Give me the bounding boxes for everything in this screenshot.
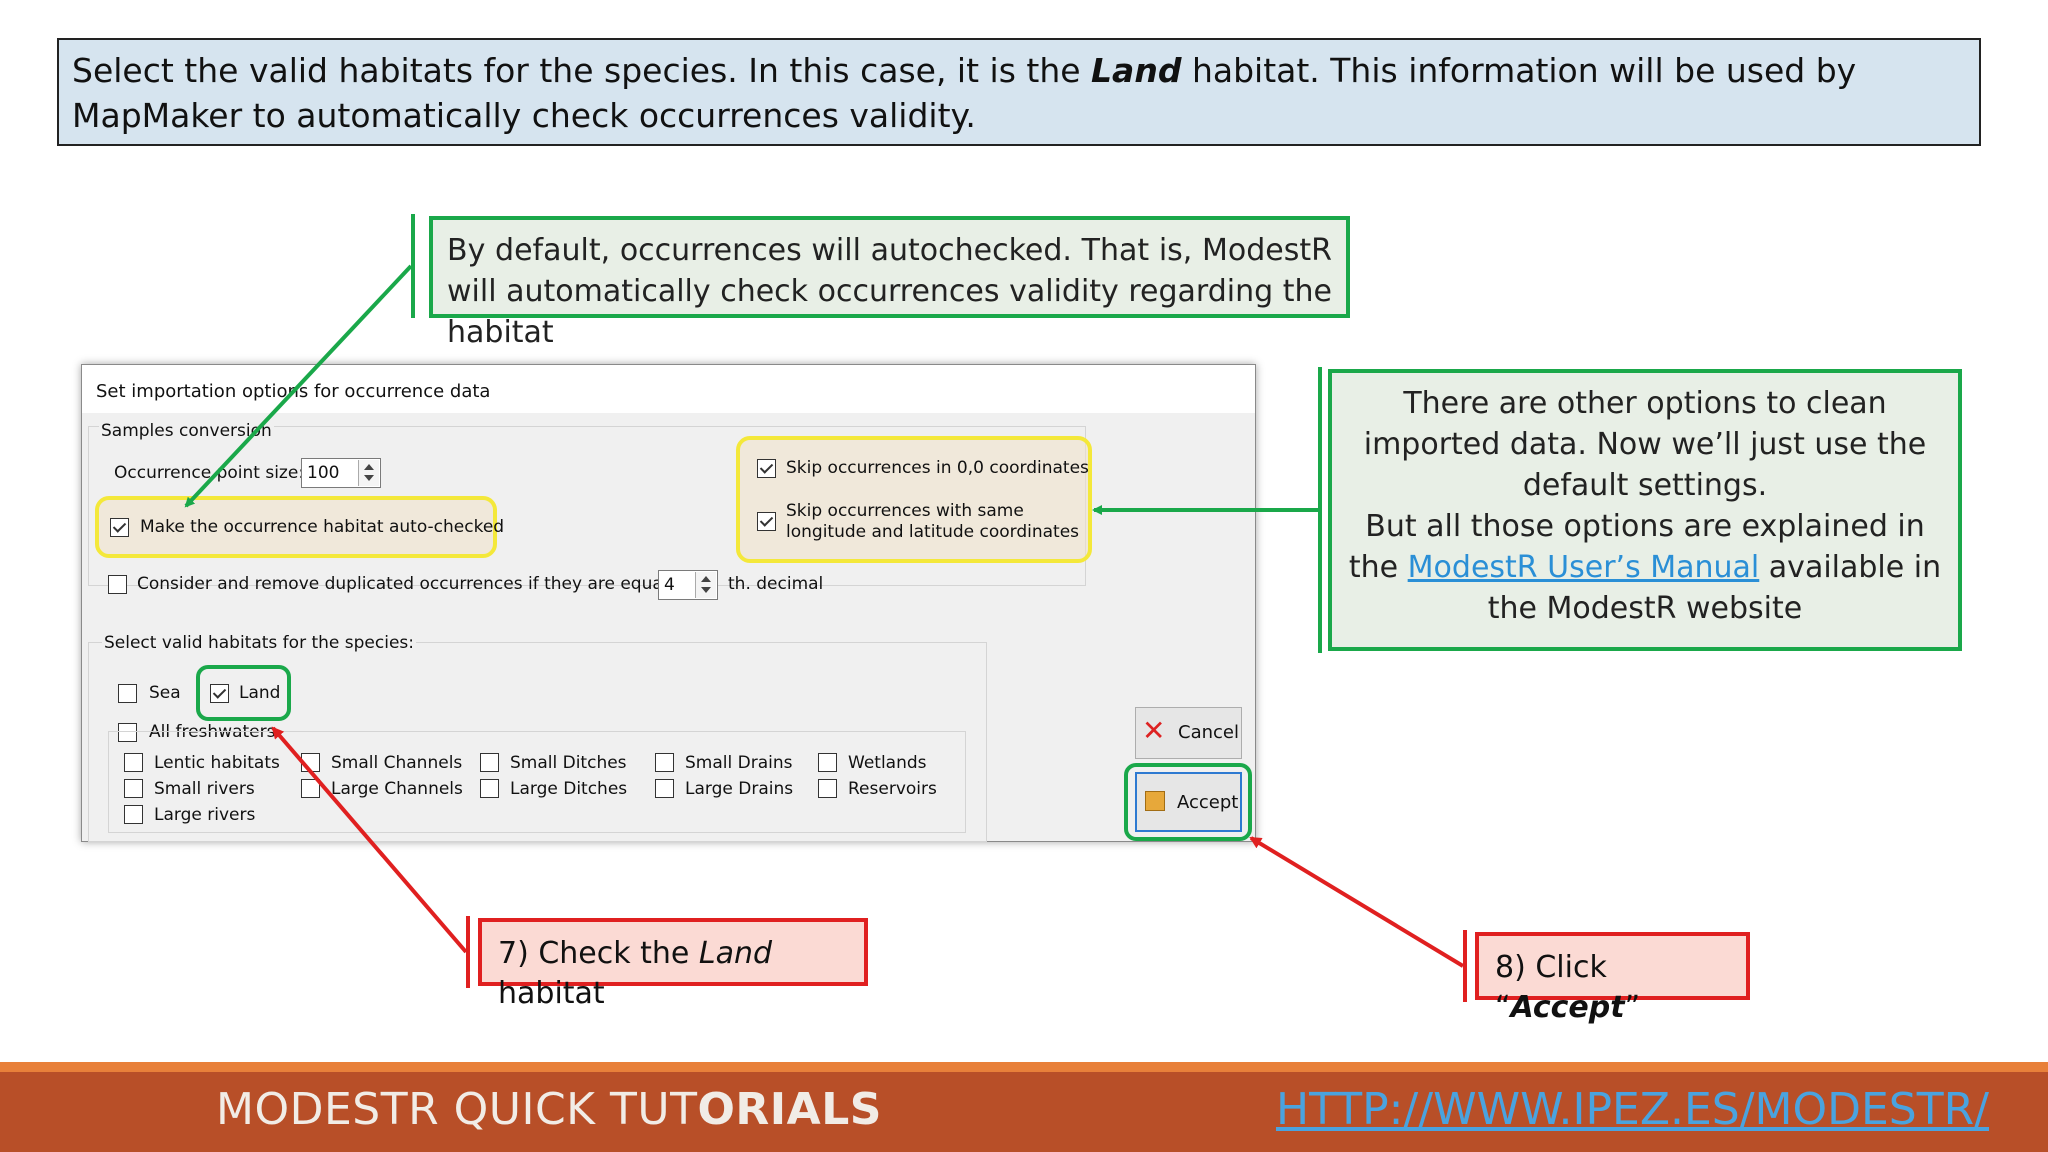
skip-same-label-2: longitude and latitude coordinates <box>786 522 1080 542</box>
duplicates-checkbox[interactable] <box>108 575 127 594</box>
small-ditches-checkbox[interactable] <box>480 753 499 772</box>
reservoirs-label: Reservoirs <box>848 779 937 799</box>
sea-checkbox[interactable] <box>118 684 137 703</box>
footer-url-link[interactable]: HTTP://WWW.IPEZ.ES/MODESTR/ <box>1276 1084 1989 1135</box>
footer-stripe <box>0 1062 2048 1072</box>
lentic-label: Lentic habitats <box>154 753 280 773</box>
dialog-titlebar: Set importation options for occurrence d… <box>82 365 1255 413</box>
decimal-value: 4 <box>664 575 675 595</box>
point-size-label: Occurrence point size: <box>114 463 305 483</box>
callout-bracket <box>466 916 470 988</box>
callout-step8: 8) Click “Accept” <box>1475 932 1750 1025</box>
skip-same-label-1: Skip occurrences with same <box>786 501 1024 521</box>
dialog-title: Set importation options for occurrence d… <box>96 381 491 402</box>
small-rivers-label: Small rivers <box>154 779 255 799</box>
point-size-stepper[interactable]: 100 <box>301 458 381 488</box>
spin-up-icon[interactable] <box>701 576 711 582</box>
step8-after: ” <box>1624 990 1641 1025</box>
callout-autocheck: By default, occurrences will autochecked… <box>429 216 1350 350</box>
small-drains-checkbox[interactable] <box>655 753 674 772</box>
lentic-checkbox[interactable] <box>124 753 143 772</box>
accept-label: Accept <box>1177 792 1239 813</box>
large-channels-checkbox[interactable] <box>301 779 320 798</box>
duplicates-label: Consider and remove duplicated occurrenc… <box>137 574 711 594</box>
step7-emphasis: Land <box>698 936 773 971</box>
skip-options-highlight <box>736 436 1092 563</box>
large-rivers-checkbox[interactable] <box>124 805 143 824</box>
large-drains-checkbox[interactable] <box>655 779 674 798</box>
skip-same-checkbox[interactable] <box>757 512 776 531</box>
footer-title: MODESTR QUICK TUTORIALS <box>216 1084 882 1135</box>
small-rivers-checkbox[interactable] <box>124 779 143 798</box>
spin-down-icon[interactable] <box>701 587 711 593</box>
samples-conversion-legend: Samples conversion <box>99 421 274 441</box>
wetlands-checkbox[interactable] <box>818 753 837 772</box>
large-drains-label: Large Drains <box>685 779 794 799</box>
step7-before: 7) Check the <box>498 936 699 971</box>
accept-icon <box>1145 791 1165 811</box>
spin-up-icon[interactable] <box>364 464 374 470</box>
point-size-value: 100 <box>307 463 340 483</box>
spin-down-icon[interactable] <box>364 475 374 481</box>
small-ditches-label: Small Ditches <box>510 753 627 773</box>
decimal-suffix: th. decimal <box>728 574 824 594</box>
callout-step7: 7) Check the Land habitat <box>478 918 868 1011</box>
autochecked-checkbox[interactable] <box>110 518 129 537</box>
step7-after: habitat <box>498 976 605 1011</box>
large-ditches-label: Large Ditches <box>510 779 628 799</box>
spin-arrows[interactable] <box>358 460 379 486</box>
reservoirs-checkbox[interactable] <box>818 779 837 798</box>
autochecked-label: Make the occurrence habitat auto-checked <box>140 517 505 537</box>
instruction-banner: Select the valid habitats for the specie… <box>57 38 1981 146</box>
banner-text-before: Select the valid habitats for the specie… <box>72 51 1092 90</box>
user-manual-link[interactable]: ModestR User’s Manual <box>1408 550 1760 585</box>
skip-zero-label: Skip occurrences in 0,0 coordinates <box>786 458 1089 478</box>
callout-other-line1: There are other options to clean importe… <box>1363 386 1927 503</box>
land-checkbox[interactable] <box>210 684 229 703</box>
arrow-to-accept <box>1249 836 1465 968</box>
large-rivers-label: Large rivers <box>154 805 256 825</box>
sea-label: Sea <box>149 683 181 703</box>
habitats-legend: Select valid habitats for the species: <box>102 633 416 653</box>
callout-other-options: There are other options to clean importe… <box>1328 369 1962 651</box>
spin-arrows[interactable] <box>695 572 716 598</box>
skip-zero-checkbox[interactable] <box>757 459 776 478</box>
small-channels-checkbox[interactable] <box>301 753 320 772</box>
step8-emphasis: Accept <box>1510 990 1625 1025</box>
close-icon: ✕ <box>1142 714 1166 747</box>
land-label: Land <box>239 683 281 703</box>
small-channels-label: Small Channels <box>331 753 463 773</box>
callout-bracket <box>1318 367 1322 653</box>
callout-bracket <box>411 214 415 318</box>
large-ditches-checkbox[interactable] <box>480 779 499 798</box>
footer-title-bold: ORIALS <box>697 1084 882 1135</box>
small-drains-label: Small Drains <box>685 753 793 773</box>
cancel-label: Cancel <box>1178 722 1239 743</box>
import-options-dialog: Set importation options for occurrence d… <box>81 364 1256 842</box>
cancel-button[interactable]: ✕ Cancel <box>1135 707 1242 759</box>
wetlands-label: Wetlands <box>848 753 927 773</box>
decimal-stepper[interactable]: 4 <box>658 570 718 600</box>
large-channels-label: Large Channels <box>331 779 463 799</box>
banner-text-emphasis: Land <box>1091 51 1182 90</box>
callout-bracket <box>1463 930 1467 1002</box>
accept-button[interactable]: Accept <box>1135 772 1242 832</box>
footer-title-light: MODESTR QUICK TUT <box>216 1084 698 1135</box>
